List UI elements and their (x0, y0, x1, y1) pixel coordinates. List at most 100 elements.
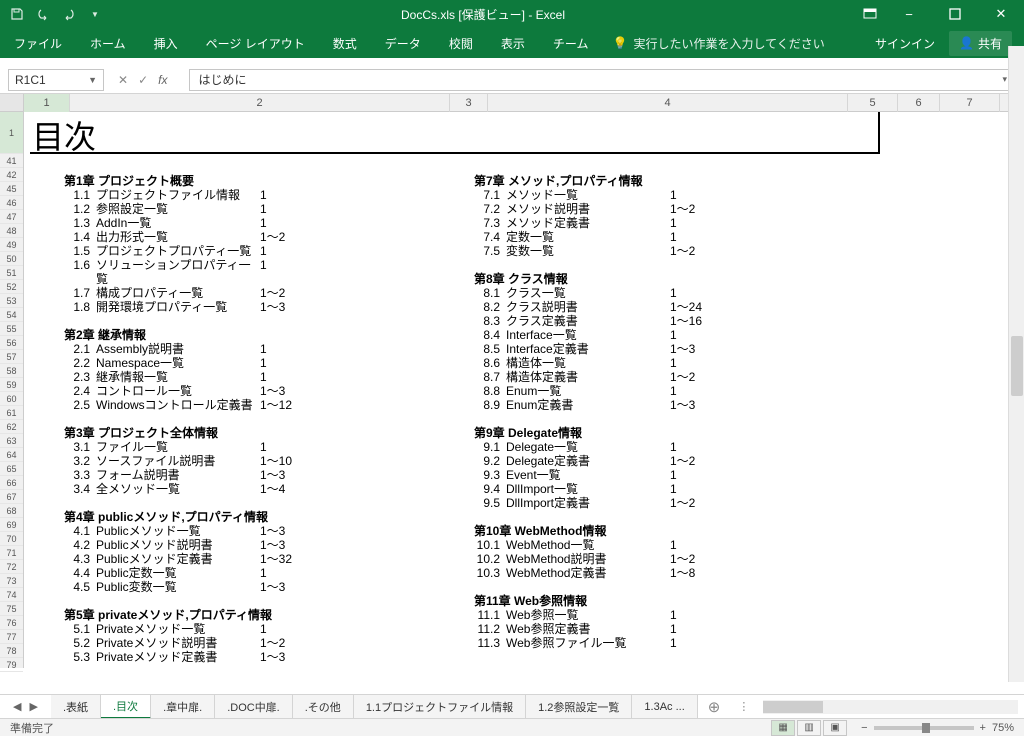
ribbon-tab-2[interactable]: 挿入 (140, 28, 192, 58)
sheet-tab[interactable]: .章中扉. (151, 695, 215, 719)
row-header[interactable]: 69 (0, 518, 23, 532)
row-header[interactable]: 75 (0, 602, 23, 616)
sheet-tab[interactable]: .DOC中扉. (215, 695, 293, 719)
ribbon-tab-8[interactable]: チーム (539, 28, 603, 58)
row-header[interactable]: 71 (0, 546, 23, 560)
hscroll-thumb[interactable] (763, 701, 823, 713)
row-header[interactable]: 50 (0, 252, 23, 266)
row-header[interactable]: 77 (0, 630, 23, 644)
name-box[interactable]: R1C1 ▼ (8, 69, 104, 91)
row-header[interactable]: 67 (0, 490, 23, 504)
row-header[interactable]: 49 (0, 238, 23, 252)
row-header[interactable]: 41 (0, 154, 23, 168)
col-header[interactable]: 3 (450, 94, 488, 112)
row-header[interactable]: 53 (0, 294, 23, 308)
row-header[interactable]: 66 (0, 476, 23, 490)
row-header[interactable]: 58 (0, 364, 23, 378)
row-header[interactable]: 51 (0, 266, 23, 280)
toc-item-num: 8.7 (474, 370, 506, 384)
row-header[interactable]: 57 (0, 350, 23, 364)
formula-input[interactable]: はじめに ▾ (189, 69, 1016, 91)
ribbon-tab-4[interactable]: 数式 (319, 28, 371, 58)
redo-icon[interactable] (58, 3, 80, 25)
ribbon-tab-7[interactable]: 表示 (487, 28, 539, 58)
row-header[interactable]: 79 (0, 658, 23, 672)
save-icon[interactable] (6, 3, 28, 25)
sheet-overflow-icon[interactable]: ⋮ (730, 700, 757, 713)
heading-cell[interactable]: 目次 (30, 112, 880, 154)
row-header[interactable]: 42 (0, 168, 23, 182)
row-header[interactable]: 74 (0, 588, 23, 602)
row-header[interactable]: 73 (0, 574, 23, 588)
fx-label[interactable]: fx (158, 73, 175, 87)
close-button[interactable]: ✕ (978, 0, 1024, 28)
sheet-tab[interactable]: .目次 (101, 695, 151, 719)
row-header[interactable]: 70 (0, 532, 23, 546)
worksheet-area[interactable]: 目次 第1章 プロジェクト概要1.1プロジェクトファイル情報11.2参照設定一覧… (24, 112, 1024, 668)
qat-customize-icon[interactable]: ▼ (84, 3, 106, 25)
minimize-button[interactable]: − (886, 0, 932, 28)
sheet-tab[interactable]: 1.3Ac ... (632, 695, 697, 719)
row-header[interactable]: 64 (0, 448, 23, 462)
sheet-tab[interactable]: 1.2参照設定一覧 (526, 695, 632, 719)
expand-formula-icon[interactable]: ▾ (1002, 74, 1007, 85)
undo-icon[interactable] (32, 3, 54, 25)
scroll-thumb[interactable] (1011, 336, 1023, 396)
row-header[interactable]: 61 (0, 406, 23, 420)
row-header[interactable]: 45 (0, 182, 23, 196)
row-header[interactable]: 78 (0, 644, 23, 658)
enter-icon[interactable]: ✓ (138, 73, 148, 87)
row-header[interactable]: 63 (0, 434, 23, 448)
row-header[interactable]: 55 (0, 322, 23, 336)
row-header[interactable]: 62 (0, 420, 23, 434)
row-header[interactable]: 52 (0, 280, 23, 294)
row-header[interactable]: 47 (0, 210, 23, 224)
nav-prev-icon[interactable]: ◀ (10, 700, 24, 713)
col-header[interactable]: 1 (24, 94, 70, 112)
normal-view-icon[interactable]: ▦ (771, 720, 795, 736)
vertical-scrollbar[interactable] (1008, 46, 1024, 682)
zoom-slider[interactable] (874, 726, 974, 730)
signin-link[interactable]: サインイン (875, 35, 935, 52)
row-header[interactable]: 59 (0, 378, 23, 392)
zoom-out-button[interactable]: − (861, 722, 867, 734)
horizontal-scrollbar[interactable] (763, 700, 1018, 714)
col-header[interactable]: 4 (488, 94, 848, 112)
select-all-triangle[interactable] (0, 94, 24, 111)
zoom-thumb[interactable] (922, 723, 930, 733)
row-header[interactable]: 76 (0, 616, 23, 630)
ribbon-tab-3[interactable]: ページ レイアウト (192, 28, 319, 58)
share-button[interactable]: 👤 共有 (949, 31, 1012, 56)
zoom-level[interactable]: 75% (992, 722, 1014, 734)
ribbon-tab-1[interactable]: ホーム (76, 28, 140, 58)
ribbon-tab-5[interactable]: データ (371, 28, 435, 58)
sheet-tab[interactable]: 1.1プロジェクトファイル情報 (354, 695, 526, 719)
row-header[interactable]: 56 (0, 336, 23, 350)
sheet-tab[interactable]: .表紙 (51, 695, 101, 719)
col-header[interactable]: 2 (70, 94, 450, 112)
row-header[interactable]: 72 (0, 560, 23, 574)
row-header[interactable]: 65 (0, 462, 23, 476)
row-header[interactable]: 1 (0, 112, 23, 154)
page-layout-view-icon[interactable]: ▥ (797, 720, 821, 736)
sheet-tab[interactable]: .その他 (293, 695, 354, 719)
zoom-in-button[interactable]: + (980, 722, 986, 734)
ribbon-tab-0[interactable]: ファイル (0, 28, 76, 58)
row-header[interactable]: 48 (0, 224, 23, 238)
ribbon-display-icon[interactable] (854, 0, 886, 28)
col-header[interactable]: 6 (898, 94, 940, 112)
add-sheet-button[interactable]: ⊕ (698, 698, 731, 716)
maximize-button[interactable] (932, 0, 978, 28)
row-header[interactable]: 54 (0, 308, 23, 322)
col-header[interactable]: 7 (940, 94, 1000, 112)
page-break-view-icon[interactable]: ▣ (823, 720, 847, 736)
col-header[interactable]: 5 (848, 94, 898, 112)
row-header[interactable]: 60 (0, 392, 23, 406)
row-header[interactable]: 46 (0, 196, 23, 210)
ribbon-tab-6[interactable]: 校閲 (435, 28, 487, 58)
nav-next-icon[interactable]: ▶ (26, 700, 40, 713)
cancel-icon[interactable]: ✕ (118, 73, 128, 87)
row-header[interactable]: 68 (0, 504, 23, 518)
chevron-down-icon[interactable]: ▼ (88, 75, 97, 85)
tell-me[interactable]: 💡 実行したい作業を入力してください (602, 28, 834, 58)
